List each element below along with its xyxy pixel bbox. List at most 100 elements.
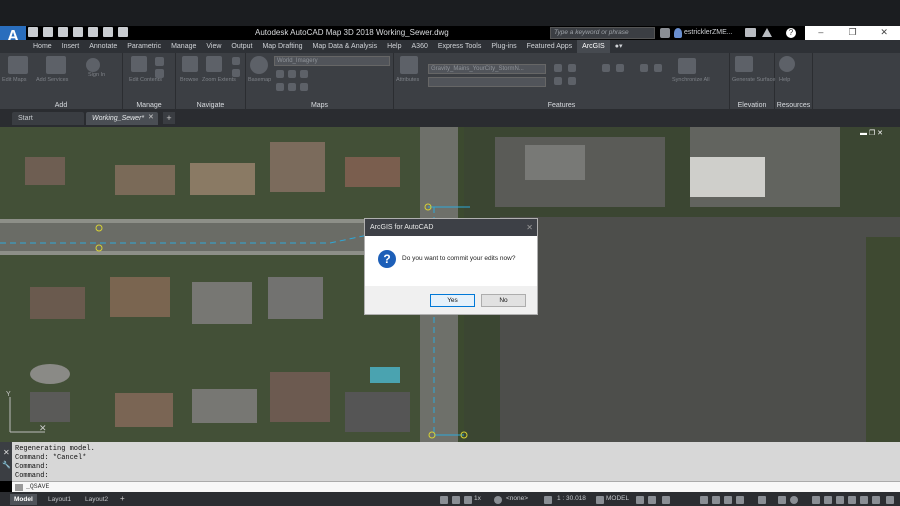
add-layout-icon[interactable]: + xyxy=(120,494,125,503)
zoom-icon[interactable] xyxy=(232,69,240,77)
save-icon[interactable] xyxy=(58,27,68,37)
isodraft-icon[interactable] xyxy=(700,496,708,504)
edit-icon[interactable] xyxy=(568,64,576,72)
hardware-acceleration-icon[interactable] xyxy=(860,496,868,504)
edit-icon[interactable] xyxy=(616,64,624,72)
basemap-icon[interactable] xyxy=(250,56,268,74)
grid-icon[interactable] xyxy=(636,496,644,504)
viewport-controls[interactable]: ▬ ❐ ✕ xyxy=(860,129,883,137)
pan-icon[interactable] xyxy=(232,57,240,65)
annotation-scale[interactable]: 1x xyxy=(474,495,481,502)
clean-screen-icon[interactable] xyxy=(872,496,880,504)
redo-icon[interactable] xyxy=(118,27,128,37)
feature-layer-select[interactable]: Gravity_Mains_YourCity_StormN... xyxy=(428,64,546,74)
ortho-icon[interactable] xyxy=(440,496,448,504)
layer-icon[interactable] xyxy=(288,83,296,91)
sign-in-icon[interactable] xyxy=(86,58,100,72)
doc-tab-start[interactable]: Start xyxy=(12,112,84,125)
edit-icon[interactable] xyxy=(554,77,562,85)
feature-subtype-select[interactable] xyxy=(428,77,546,87)
isolate-objects-icon[interactable] xyxy=(848,496,856,504)
search-input[interactable]: Type a keyword or phrase xyxy=(550,27,655,39)
customize-icon[interactable]: 🔧 xyxy=(2,461,12,469)
model-space-toggle[interactable]: MODEL xyxy=(606,495,629,502)
tab-home[interactable]: Home xyxy=(28,40,57,53)
tab-output[interactable]: Output xyxy=(226,40,257,53)
polar-icon[interactable] xyxy=(452,496,460,504)
synchronize-icon[interactable] xyxy=(678,58,696,74)
new-icon[interactable] xyxy=(28,27,38,37)
help-icon[interactable]: ? xyxy=(786,28,796,38)
coordinate-system[interactable]: <none> xyxy=(506,495,528,502)
layer-icon[interactable] xyxy=(276,70,284,78)
map-scale[interactable]: 1 : 30.018 xyxy=(557,495,586,502)
layout-tab-model[interactable]: Model xyxy=(10,494,37,505)
layer-icon[interactable] xyxy=(300,70,308,78)
tab-annotate[interactable]: Annotate xyxy=(84,40,122,53)
tab-help[interactable]: Help xyxy=(382,40,406,53)
edit-icon[interactable] xyxy=(640,64,648,72)
gear-icon[interactable] xyxy=(790,496,798,504)
save-as-icon[interactable] xyxy=(73,27,83,37)
dialog-close-icon[interactable]: ✕ xyxy=(526,219,533,236)
tab-featured-apps[interactable]: Featured Apps xyxy=(522,40,578,53)
edit-contents-icon[interactable] xyxy=(131,56,147,72)
snap-icon[interactable] xyxy=(648,496,656,504)
layer-icon[interactable] xyxy=(288,70,296,78)
edit-icon[interactable] xyxy=(568,77,576,85)
restore-button[interactable]: ❐ xyxy=(837,26,869,40)
transparency-icon[interactable] xyxy=(736,496,744,504)
tab-parametric[interactable]: Parametric xyxy=(122,40,166,53)
lineweight-icon[interactable] xyxy=(724,496,732,504)
tab-express-tools[interactable]: Express Tools xyxy=(433,40,486,53)
close-button[interactable]: ✕ xyxy=(868,26,900,40)
annotation-visibility-icon[interactable] xyxy=(494,496,502,504)
layer-icon[interactable] xyxy=(300,83,308,91)
annotation-monitor-icon[interactable] xyxy=(778,496,786,504)
edit-maps-icon[interactable] xyxy=(8,56,28,74)
tab-map-drafting[interactable]: Map Drafting xyxy=(257,40,307,53)
lock-ui-icon[interactable] xyxy=(836,496,844,504)
yes-button[interactable]: Yes xyxy=(430,294,475,307)
signed-in-user[interactable]: estricklerZME... xyxy=(684,29,733,36)
print-icon[interactable] xyxy=(88,27,98,37)
osnap-icon[interactable] xyxy=(464,496,472,504)
tab-map-data-analysis[interactable]: Map Data & Analysis xyxy=(308,40,383,53)
tab-manage[interactable]: Manage xyxy=(166,40,201,53)
quick-properties-icon[interactable] xyxy=(824,496,832,504)
new-tab-icon[interactable]: + xyxy=(163,112,175,124)
tab-a360[interactable]: A360 xyxy=(407,40,433,53)
browse-icon[interactable] xyxy=(182,56,198,72)
tab-plug-ins[interactable]: Plug-ins xyxy=(486,40,521,53)
edit-icon[interactable] xyxy=(654,64,662,72)
command-input[interactable]: _QSAVE xyxy=(12,481,900,492)
selection-cycling-icon[interactable] xyxy=(758,496,766,504)
filter-icon[interactable] xyxy=(155,69,164,78)
customization-icon[interactable] xyxy=(886,496,894,504)
close-command-icon[interactable]: ✕ xyxy=(3,448,12,457)
track-icon[interactable] xyxy=(712,496,720,504)
edit-icon[interactable] xyxy=(554,64,562,72)
tab-insert[interactable]: Insert xyxy=(57,40,85,53)
command-line-handle[interactable]: ✕ 🔧 xyxy=(0,442,12,481)
layer-icon[interactable] xyxy=(276,83,284,91)
undo-icon[interactable] xyxy=(103,27,113,37)
exchange-icon[interactable] xyxy=(762,28,772,37)
workspace-icon[interactable] xyxy=(544,496,552,504)
units-icon[interactable] xyxy=(812,496,820,504)
generate-surface-icon[interactable] xyxy=(735,56,753,72)
refresh-icon[interactable] xyxy=(155,57,164,66)
lock-icon[interactable] xyxy=(596,496,604,504)
zoom-extents-icon[interactable] xyxy=(206,56,222,72)
close-tab-icon[interactable]: ✕ xyxy=(148,113,154,121)
dynamic-input-icon[interactable] xyxy=(662,496,670,504)
no-button[interactable]: No xyxy=(481,294,526,307)
tab-view[interactable]: View xyxy=(201,40,226,53)
basemap-select[interactable]: World_Imagery xyxy=(274,56,390,66)
cart-icon[interactable] xyxy=(745,28,756,37)
minimize-button[interactable]: – xyxy=(805,26,837,40)
layout-tab-layout1[interactable]: Layout1 xyxy=(44,494,75,505)
tab-arcgis[interactable]: ArcGIS xyxy=(577,40,610,53)
layout-tab-layout2[interactable]: Layout2 xyxy=(81,494,112,505)
attributes-icon[interactable] xyxy=(400,56,418,74)
